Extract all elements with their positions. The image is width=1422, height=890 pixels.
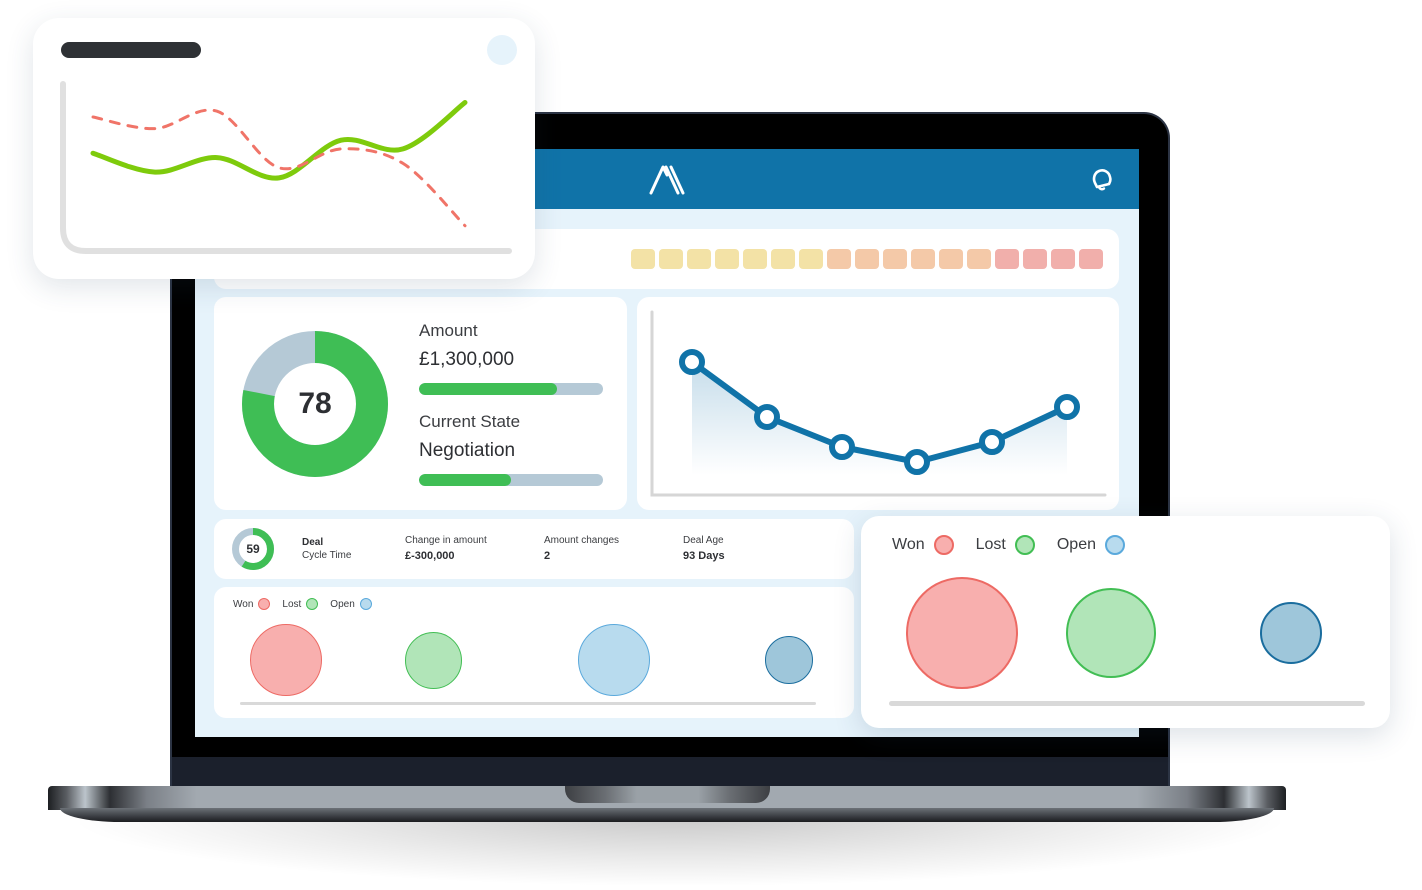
legend-label: Open xyxy=(1056,536,1096,553)
heat-cell xyxy=(1051,249,1075,269)
legend-swatch xyxy=(306,598,319,610)
floating-bubble-axis xyxy=(889,701,1365,706)
bubble-open[interactable] xyxy=(578,624,650,696)
amount-value: £1,300,000 xyxy=(419,349,515,370)
legend-item-open[interactable]: Open xyxy=(330,598,372,610)
heat-cell xyxy=(1023,249,1047,269)
legend-swatch xyxy=(359,598,372,610)
legend-item-open[interactable]: Open xyxy=(1057,535,1125,555)
legend-label: Won xyxy=(233,598,254,610)
heat-cell xyxy=(659,249,683,269)
bubble-open[interactable] xyxy=(765,636,813,684)
state-progress-bar xyxy=(419,474,603,486)
heat-cell xyxy=(631,249,655,269)
deal-age-value: 93 Days xyxy=(683,550,725,562)
legend-item-won[interactable]: Won xyxy=(892,535,954,555)
trend-point[interactable] xyxy=(754,404,780,430)
legend-label: Won xyxy=(892,536,925,553)
state-progress-fill xyxy=(419,474,511,486)
heat-cell xyxy=(771,249,795,269)
deal-score-value: 78 xyxy=(298,387,332,420)
legend-swatch xyxy=(1014,535,1035,555)
trend-point[interactable] xyxy=(979,429,1005,455)
floating-line-chart xyxy=(60,81,512,254)
trend-area xyxy=(692,362,1067,475)
laptop-shadow xyxy=(80,815,1280,885)
legend-label: Open xyxy=(330,598,355,610)
heat-cell xyxy=(855,249,879,269)
bubble-open[interactable] xyxy=(1260,602,1322,664)
current-state-label: Current State xyxy=(419,412,521,431)
laptop-lid-chin xyxy=(172,757,1168,787)
red-dashed-series-line xyxy=(91,108,467,228)
bubble-lost[interactable] xyxy=(404,631,462,689)
bubble-won[interactable] xyxy=(906,577,1018,689)
heat-cell xyxy=(687,249,711,269)
laptop-opening-notch xyxy=(565,786,770,803)
cycle-time-stat: Deal Cycle Time xyxy=(302,536,351,564)
floating-bubble-legend: Won Lost Open xyxy=(892,535,1125,555)
current-state-value: Negotiation xyxy=(419,440,516,461)
legend-swatch xyxy=(933,535,954,555)
legend-item-lost[interactable]: Lost xyxy=(282,598,319,610)
cycle-time-score: 59 xyxy=(246,542,260,556)
floating-outcome-bubble-card: Won Lost Open xyxy=(861,516,1390,728)
legend-swatch xyxy=(258,598,271,610)
bubble-axis xyxy=(240,702,816,705)
amount-changes-value: 2 xyxy=(544,550,551,562)
bubble-legend: Won Lost Open xyxy=(233,598,372,610)
heat-cell xyxy=(883,249,907,269)
heat-strip xyxy=(631,249,1103,269)
bubble-lost[interactable] xyxy=(1066,588,1156,678)
legend-item-lost[interactable]: Lost xyxy=(976,535,1035,555)
deal-age-stat: Deal Age 93 Days xyxy=(683,534,725,564)
amount-changes-label: Amount changes xyxy=(544,535,620,546)
change-in-amount-stat: Change in amount £-300,000 xyxy=(405,534,487,564)
legend-label: Lost xyxy=(975,536,1006,553)
outcome-bubble-card: Won Lost Open xyxy=(214,587,854,718)
cycle-time-label-2: Cycle Time xyxy=(302,550,352,561)
amount-progress-bar xyxy=(419,383,603,395)
legend-label: Lost xyxy=(282,598,302,610)
heat-cell xyxy=(939,249,963,269)
trend-point[interactable] xyxy=(904,449,930,475)
floating-line-chart-card xyxy=(33,18,535,279)
trend-chart-card xyxy=(637,297,1119,510)
trend-point[interactable] xyxy=(1054,394,1080,420)
trend-point[interactable] xyxy=(679,349,705,375)
legend-swatch xyxy=(1105,535,1125,555)
heat-cell xyxy=(911,249,935,269)
heat-cell xyxy=(827,249,851,269)
bubble-won[interactable] xyxy=(250,624,322,696)
deal-age-label: Deal Age xyxy=(683,535,724,546)
heat-cell xyxy=(995,249,1019,269)
heat-cell xyxy=(1079,249,1103,269)
amount-changes-stat: Amount changes 2 xyxy=(544,534,619,564)
legend-item-won[interactable]: Won xyxy=(233,598,271,610)
amount-progress-fill xyxy=(419,383,557,395)
bell-icon[interactable] xyxy=(1088,165,1116,193)
trend-line-chart xyxy=(650,310,1107,497)
change-in-amount-label: Change in amount xyxy=(405,535,487,546)
deal-score-card: 78 Amount £1,300,000 Current State Negot… xyxy=(214,297,627,510)
heat-cell xyxy=(715,249,739,269)
change-in-amount-value: £-300,000 xyxy=(405,550,455,562)
heat-cell xyxy=(967,249,991,269)
deal-stats-card: 59 Deal Cycle Time Change in amount £-30… xyxy=(214,519,854,579)
heat-cell xyxy=(799,249,823,269)
amount-label: Amount xyxy=(419,321,478,340)
trend-point[interactable] xyxy=(829,434,855,460)
laptop-base-edge xyxy=(60,808,1274,822)
double-chevron-logo-icon[interactable] xyxy=(647,163,687,195)
heat-cell xyxy=(743,249,767,269)
